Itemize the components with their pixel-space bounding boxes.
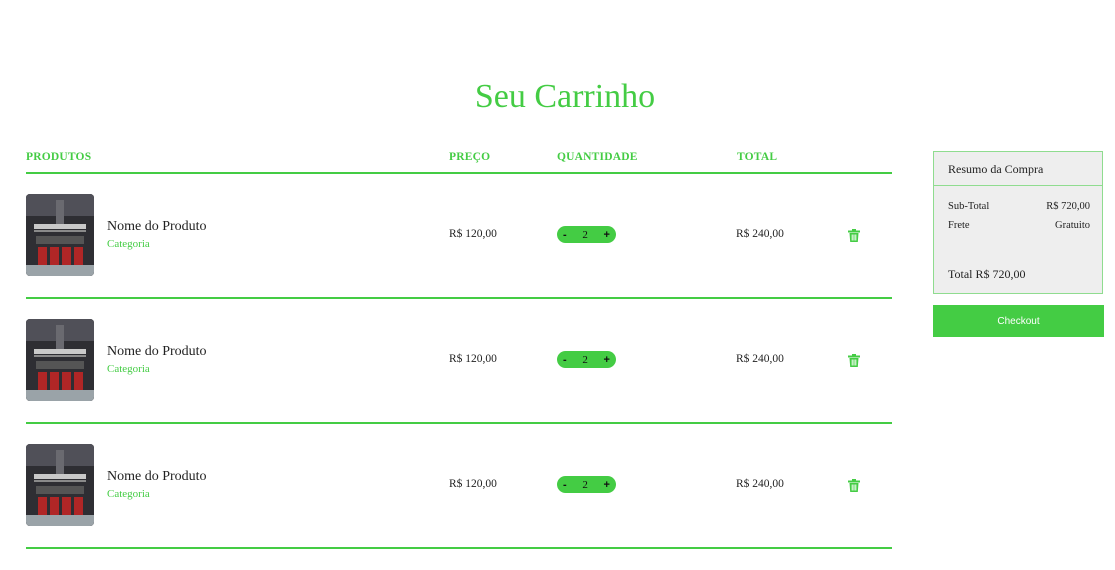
product-category: Categoria [107,488,150,500]
header-quantity: QUANTIDADE [557,151,638,163]
shipping-value: Gratuito [1055,220,1090,231]
shipping-label: Frete [948,220,970,231]
trash-icon[interactable] [848,479,860,492]
cart-header: PRODUTOS PREÇO QUANTIDADE TOTAL [26,150,892,174]
summary-title: Resumo da Compra [934,152,1102,186]
header-products: PRODUTOS [26,151,92,163]
product-price: R$ 120,00 [449,353,497,365]
trash-icon[interactable] [848,354,860,367]
cart-item: Nome do Produto Categoria R$ 120,00 - 2 … [26,424,892,549]
subtotal-value: R$ 720,00 [1046,201,1090,212]
cart-table: PRODUTOS PREÇO QUANTIDADE TOTAL Nome do … [26,150,892,549]
summary-total: Total R$ 720,00 [948,267,1026,281]
product-price: R$ 120,00 [449,478,497,490]
cart-item: Nome do Produto Categoria R$ 120,00 - 2 … [26,174,892,299]
header-total: TOTAL [737,151,778,163]
product-name[interactable]: Nome do Produto [107,469,207,485]
item-total: R$ 240,00 [736,228,784,240]
product-price: R$ 120,00 [449,228,497,240]
quantity-value: 2 [582,478,588,491]
purchase-summary: Resumo da Compra Sub-Total R$ 720,00 Fre… [933,151,1103,294]
increase-button[interactable]: + [604,229,610,241]
product-image [26,444,94,526]
trash-icon[interactable] [848,229,860,242]
quantity-stepper: - 2 + [557,351,616,368]
decrease-button[interactable]: - [563,479,567,491]
cart-item: Nome do Produto Categoria R$ 120,00 - 2 … [26,299,892,424]
product-name[interactable]: Nome do Produto [107,219,207,235]
increase-button[interactable]: + [604,479,610,491]
product-name[interactable]: Nome do Produto [107,344,207,360]
product-image [26,319,94,401]
subtotal-line: Sub-Total R$ 720,00 [948,201,1090,212]
product-image [26,194,94,276]
item-total: R$ 240,00 [736,353,784,365]
product-category: Categoria [107,238,150,250]
item-total: R$ 240,00 [736,478,784,490]
quantity-value: 2 [582,353,588,366]
quantity-stepper: - 2 + [557,226,616,243]
product-category: Categoria [107,363,150,375]
quantity-stepper: - 2 + [557,476,616,493]
quantity-value: 2 [582,228,588,241]
decrease-button[interactable]: - [563,354,567,366]
decrease-button[interactable]: - [563,229,567,241]
page-title: Seu Carrinho [474,78,656,115]
shipping-line: Frete Gratuito [948,220,1090,231]
checkout-button[interactable]: Checkout [933,305,1104,337]
header-price: PREÇO [449,151,491,163]
increase-button[interactable]: + [604,354,610,366]
subtotal-label: Sub-Total [948,201,990,212]
